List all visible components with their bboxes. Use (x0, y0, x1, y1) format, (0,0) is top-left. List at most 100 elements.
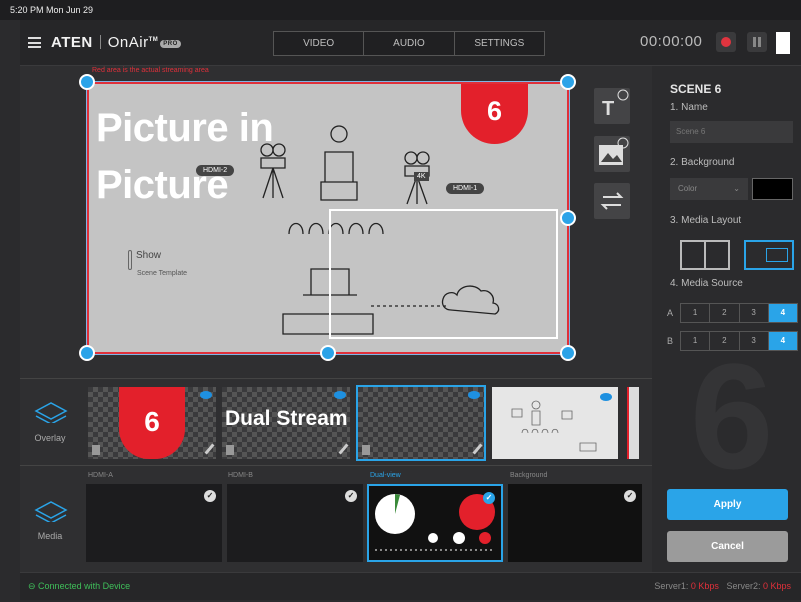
source-a-1[interactable]: 1 (681, 304, 711, 322)
source-b-selector: 1 2 3 4 (680, 331, 798, 351)
media-icon (34, 501, 68, 522)
resize-handle-top-left[interactable] (79, 74, 95, 90)
edit-pencil-icon[interactable] (338, 443, 349, 455)
top-bar: ATEN OnAirTMPRO VIDEO AUDIO SETTINGS 00:0… (20, 20, 801, 66)
resize-handle-bottom-mid[interactable] (320, 345, 336, 361)
resize-handle-top-right[interactable] (560, 74, 576, 90)
background-heading: 2. Background (670, 157, 735, 168)
media-source-label-hdmi-a: HDMI-A (88, 472, 113, 479)
overlay-title-text: Picture in Picture (96, 100, 274, 214)
title-line-1: Picture in (96, 106, 274, 150)
dual-view-thumbnail (375, 494, 495, 551)
title-line-2: Picture (96, 163, 229, 207)
check-icon: ✓ (345, 490, 357, 502)
connection-status: ⊖ Connected with Device (28, 581, 130, 592)
pro-badge: PRO (160, 40, 181, 48)
link-icon: ⊖ (28, 581, 39, 591)
hdmi2-label: HDMI-2 (196, 165, 235, 176)
row-b-label: B (667, 336, 674, 346)
background-type-select[interactable]: Color ⌄ (670, 178, 748, 200)
source-b-4[interactable]: 4 (768, 332, 797, 350)
show-sublabel: Scene Template (137, 270, 188, 277)
add-image-button[interactable] (594, 136, 630, 172)
media-source-label-dual-view: Dual-view (370, 472, 401, 479)
show-scene-template-toggle[interactable]: Show Scene Template (128, 250, 187, 277)
selected-check-icon: ✓ (483, 492, 495, 504)
layout-split-button[interactable] (680, 240, 730, 270)
visibility-eye-icon[interactable] (468, 391, 480, 399)
streaming-area-warning: Red area is the actual streaming area (92, 67, 209, 74)
trash-icon[interactable] (226, 445, 234, 455)
apply-button[interactable]: Apply (667, 489, 788, 520)
edit-pencil-icon[interactable] (472, 443, 483, 455)
resize-handle-bottom-right[interactable] (560, 345, 576, 361)
tab-settings[interactable]: SETTINGS (454, 32, 544, 55)
footer-bar: ⊖ Connected with Device Server1: 0 Kbps … (20, 572, 801, 600)
pip-window[interactable] (329, 209, 558, 339)
brand-name: ATEN (51, 34, 93, 51)
name-heading: 1. Name (670, 102, 708, 113)
overlay-item-empty-selected[interactable] (356, 385, 486, 461)
media-source-background[interactable]: ✓ (508, 484, 642, 562)
text-icon: T (602, 89, 629, 120)
trash-icon[interactable] (362, 445, 370, 455)
status-time: 5:20 PM Mon Jun 29 (10, 5, 94, 15)
swap-layers-button[interactable] (594, 183, 630, 219)
hamburger-menu-icon[interactable] (28, 37, 41, 48)
media-source-hdmi-a[interactable]: ✓ (86, 484, 222, 562)
pause-button[interactable] (747, 32, 767, 52)
background-color-swatch[interactable] (752, 178, 793, 200)
svg-text:T: T (602, 98, 614, 120)
resize-handle-bottom-left[interactable] (79, 345, 95, 361)
media-source-label-hdmi-b: HDMI-B (228, 472, 253, 479)
product-name: OnAir (107, 34, 149, 51)
source-b-2[interactable]: 2 (710, 332, 740, 350)
layout-pip-button[interactable] (744, 240, 794, 270)
overlay-item-dual-stream[interactable]: Dual Stream (222, 387, 350, 459)
overlay-item-partial[interactable] (627, 387, 639, 459)
overlay-item-scene-template[interactable] (492, 387, 618, 459)
image-icon (599, 137, 629, 165)
camera-4k-label: 4K (414, 172, 429, 181)
overlay-item-badge[interactable]: 6 (88, 387, 216, 459)
source-a-2[interactable]: 2 (710, 304, 740, 322)
tab-audio[interactable]: AUDIO (364, 32, 455, 55)
source-b-3[interactable]: 3 (740, 332, 769, 350)
connection-text: Connected with Device (38, 581, 131, 591)
server2-value: 0 Kbps (762, 581, 791, 591)
resize-handle-pip-right[interactable] (560, 210, 576, 226)
tab-video[interactable]: VIDEO (274, 32, 365, 55)
show-label: Show (136, 250, 162, 261)
check-icon: ✓ (624, 490, 636, 502)
stream-toggle-button[interactable] (776, 32, 790, 54)
trash-icon[interactable] (92, 445, 100, 455)
source-b-1[interactable]: 1 (681, 332, 711, 350)
overlay-label: Overlay (34, 433, 66, 443)
scene-template-thumbnail (511, 393, 612, 452)
hdmi1-label: HDMI-1 (446, 183, 485, 194)
app-logo: ATEN OnAirTMPRO (51, 34, 181, 51)
record-button[interactable] (716, 32, 736, 52)
server-status: Server1: 0 Kbps Server2: 0 Kbps (654, 581, 791, 591)
source-a-4[interactable]: 4 (768, 304, 797, 322)
stream-timer: 00:00:00 (640, 33, 703, 50)
media-source-dual-view[interactable]: ✓ (367, 484, 503, 562)
row-a-label: A (667, 308, 674, 318)
main-tabs: VIDEO AUDIO SETTINGS (273, 31, 545, 56)
overlay-badge-number: 6 (119, 387, 185, 459)
visibility-eye-icon[interactable] (200, 391, 212, 399)
background-type-value: Color (678, 184, 698, 193)
edit-pencil-icon[interactable] (204, 443, 215, 455)
source-a-3[interactable]: 3 (740, 304, 769, 322)
scene-watermark-number: 6 (690, 332, 774, 500)
source-heading: 4. Media Source (670, 278, 743, 289)
server1-label: Server1: (654, 581, 689, 591)
media-source-hdmi-b[interactable]: ✓ (227, 484, 363, 562)
scene-name-input[interactable]: Scene 6 (670, 121, 793, 143)
add-text-button[interactable]: T (594, 88, 630, 124)
cancel-button[interactable]: Cancel (667, 531, 788, 562)
chevron-down-icon: ⌄ (733, 184, 740, 193)
visibility-eye-icon[interactable] (334, 391, 346, 399)
swap-icon (600, 192, 624, 210)
media-source-label-background: Background (510, 472, 548, 479)
